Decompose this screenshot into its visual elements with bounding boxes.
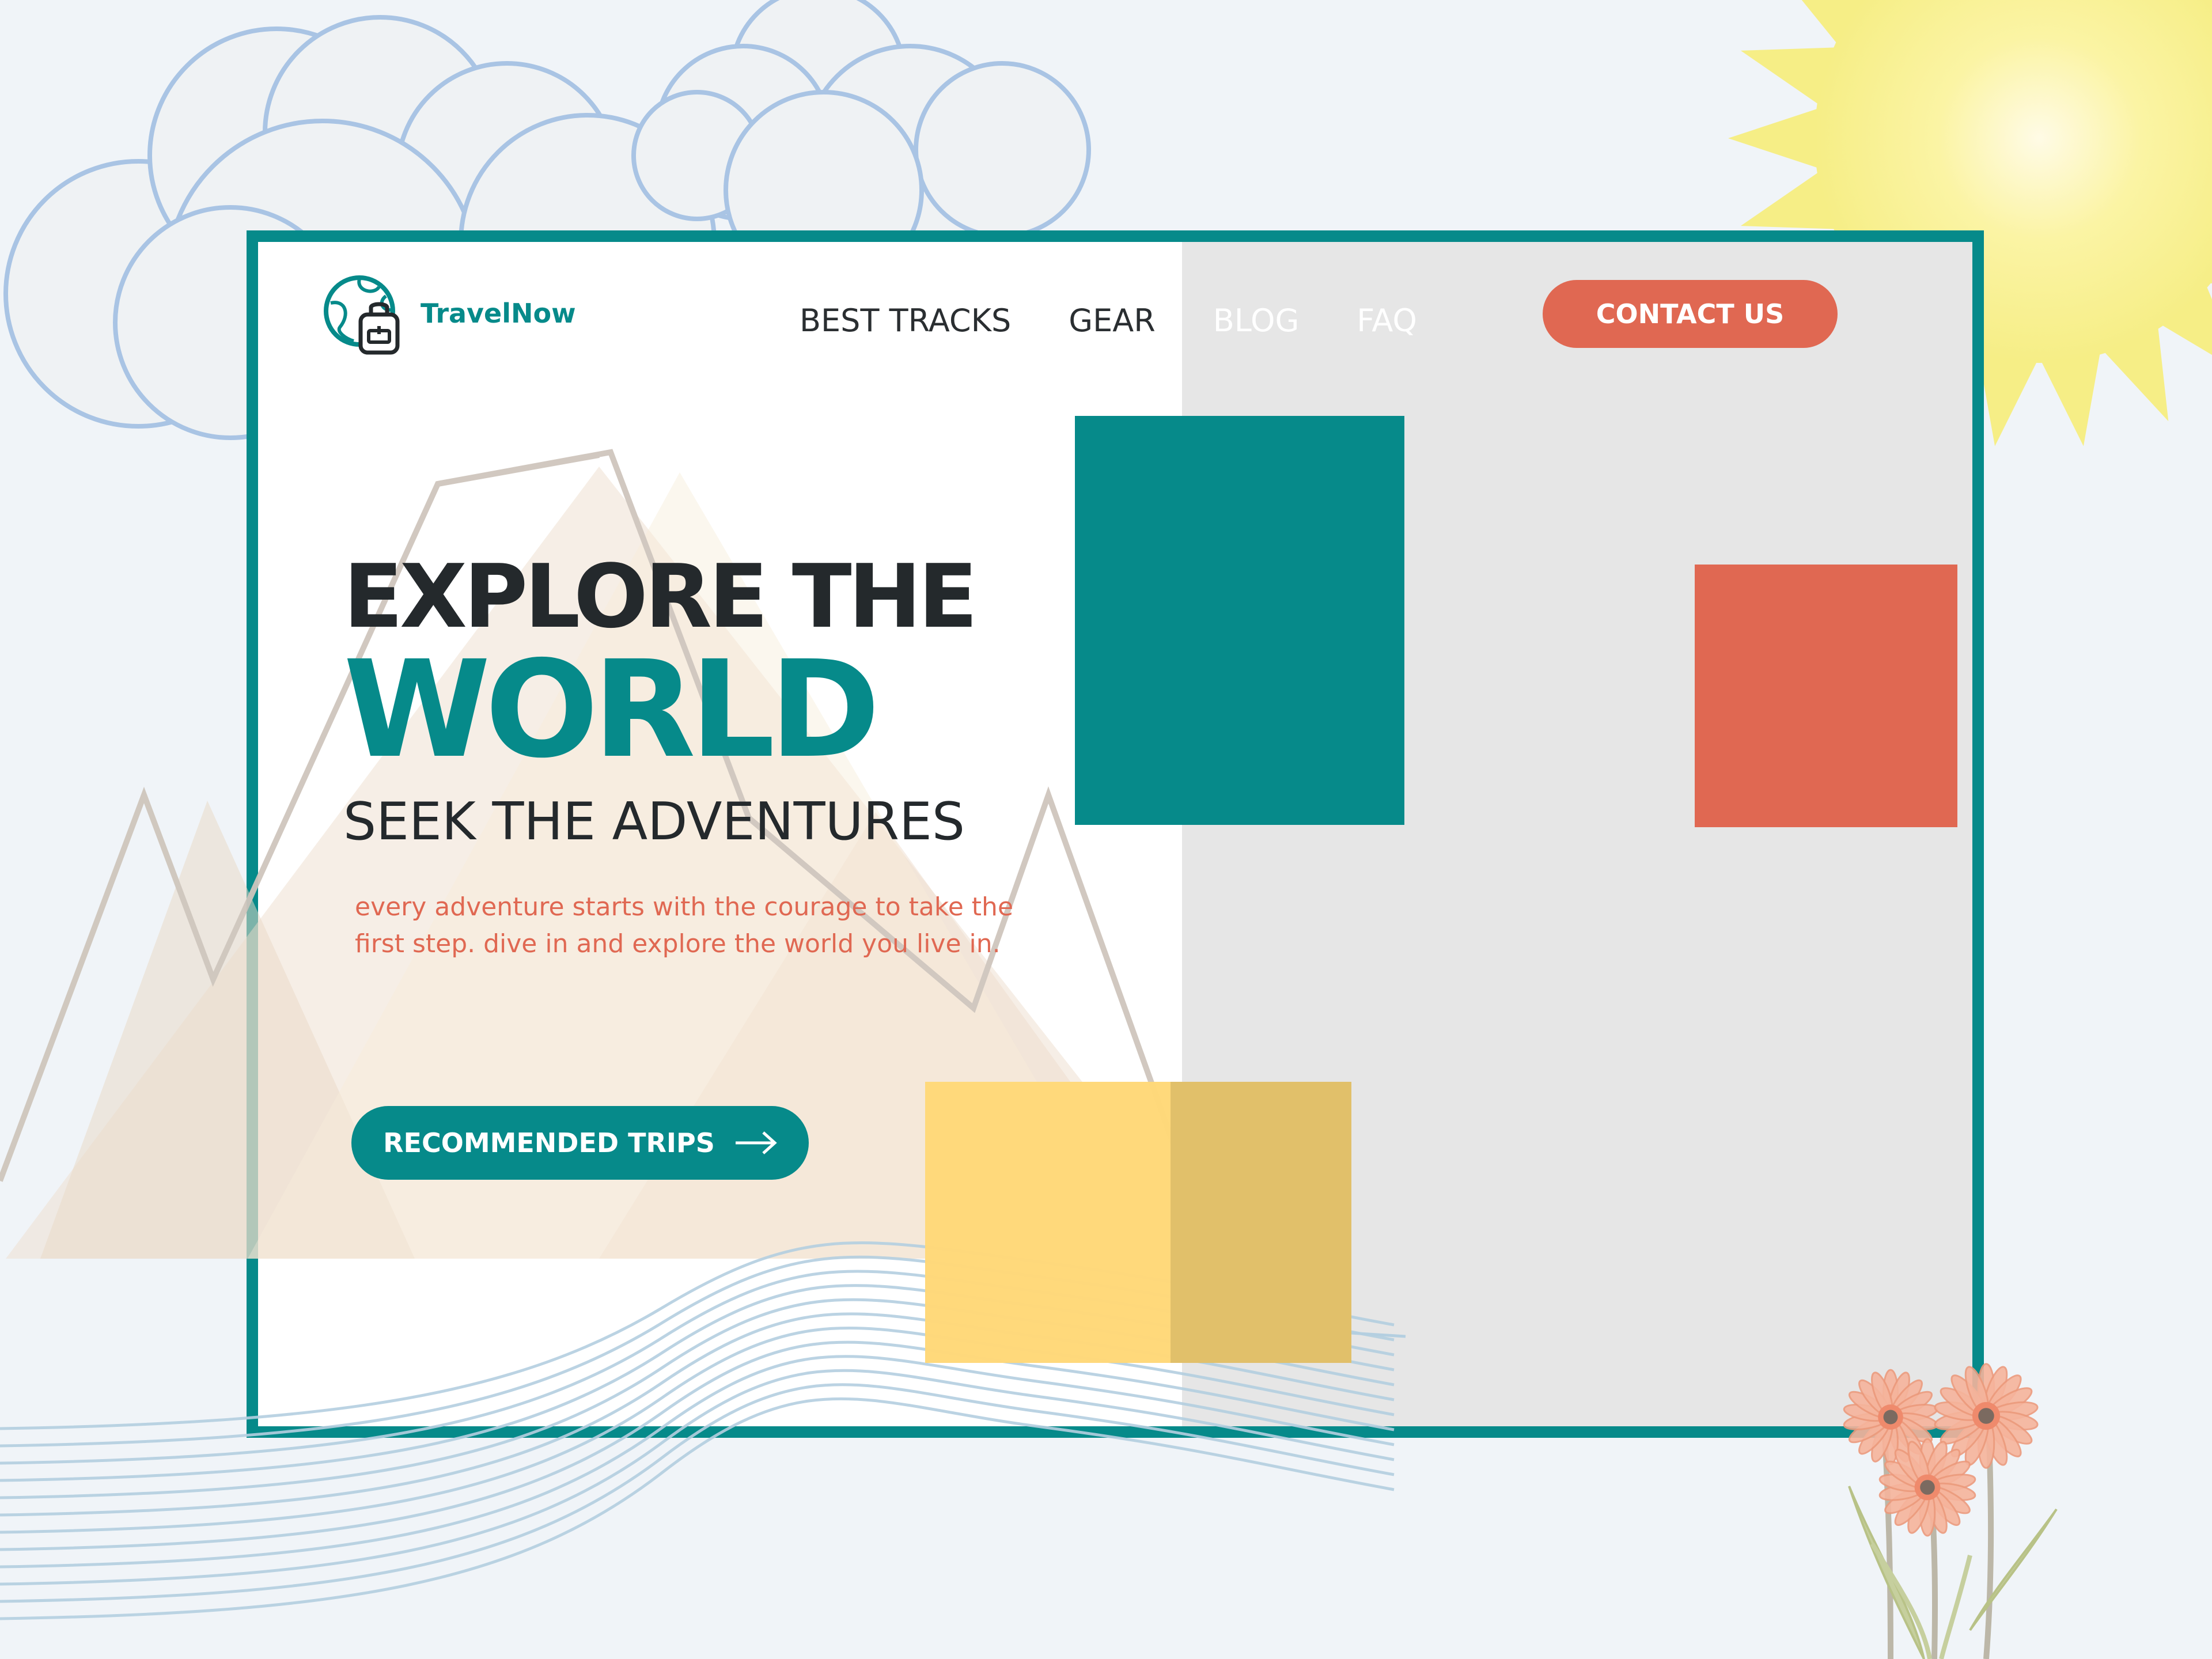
nav-item-faq[interactable]: FAQ [1357,302,1417,339]
hero-tagline: every adventure starts with the courage … [355,892,1014,959]
nav-item-blog[interactable]: BLOG [1213,302,1300,339]
nav-item-best-tracks[interactable]: BEST TRACKS [800,302,1011,339]
recommended-trips-button[interactable]: RECOMMENDED TRIPS [351,1106,809,1180]
brand-logo[interactable]: TravelNow [323,274,576,357]
landing-content: TravelNow BEST TRACKS GEAR BLOG FAQ CONT… [258,242,1972,1426]
hero-headline: EXPLORE THE WORLD SEEK THE ADVENTURES [343,546,978,852]
arrow-right-icon [735,1131,777,1154]
recommended-trips-label: RECOMMENDED TRIPS [383,1127,715,1158]
globe-backpack-icon [324,275,400,355]
hero-title-line2: WORLD [343,632,880,787]
hero-title-line1: EXPLORE THE [343,546,978,647]
brand-name: TravelNow [421,298,576,329]
contact-us-button[interactable]: CONTACT US [1543,280,1838,348]
main-nav: BEST TRACKS GEAR BLOG FAQ [800,302,1417,339]
hero-subtitle: SEEK THE ADVENTURES [343,791,965,852]
nav-item-gear[interactable]: GEAR [1069,302,1155,339]
